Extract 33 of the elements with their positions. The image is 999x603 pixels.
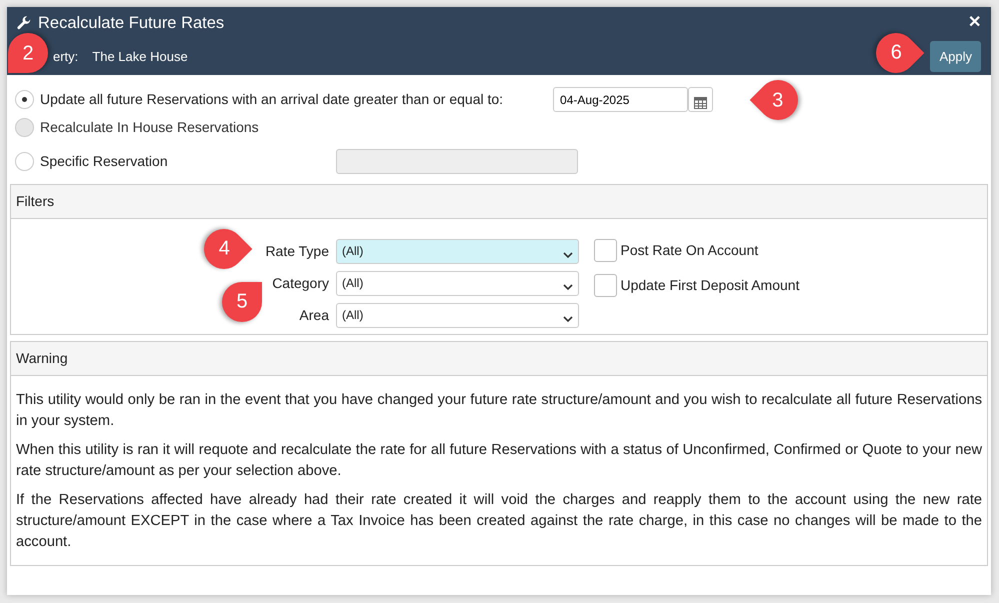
warning-text: When this utility is ran it will requote and recalculate the rate for all future Reservations with a status of Unconfirmed, Confirmed or Quote to your new rate structure/amount as per your selection above. — [16, 441, 982, 481]
select-field[interactable]: (All) — [336, 303, 579, 328]
date-field[interactable]: 04-Aug-2025 — [553, 87, 688, 112]
panel-header: Warning — [11, 342, 987, 376]
close-button[interactable]: ✕ — [968, 11, 981, 36]
apply-button[interactable]: Apply — [930, 40, 981, 72]
warning-text: This utility would only be ran in the event that you have changed your future rate structure/amount and you wish to recalculate all future Reservations in your system. — [16, 391, 982, 431]
chevron-down-icon — [563, 284, 573, 291]
chevron-down-icon — [563, 252, 573, 259]
window-title: Recalculate Future Rates — [38, 13, 224, 34]
calendar-button[interactable] — [688, 87, 714, 112]
checkbox-label: Update First Deposit Amount — [620, 276, 800, 295]
field-label: Area — [299, 306, 329, 325]
option-label: Recalculate In House Reservations — [40, 118, 259, 137]
wrench-icon — [17, 16, 31, 30]
field-label: Rate Type — [265, 242, 329, 261]
radio-button[interactable] — [15, 90, 34, 109]
field-label: Category — [272, 274, 329, 293]
chevron-down-icon — [563, 316, 573, 323]
checkbox[interactable] — [594, 274, 617, 297]
checkbox-label: Post Rate On Account — [620, 241, 758, 260]
panel-header: Filters — [11, 185, 987, 219]
calendar-icon — [694, 97, 708, 109]
option-label: Update all future Reservations with an arrival date greater than or equal to: — [40, 90, 504, 109]
select-field[interactable]: (All) — [336, 271, 579, 296]
property-label: erty: — [53, 48, 78, 66]
text-field[interactable] — [336, 149, 578, 174]
warning-text: If the Reservations affected have already had their rate created it will void the charges and reapply them to the account using the new rate structure/amount EXCEPT in the case where a Tax Invoice has been created against the rate charge, in this case no changes will be made to the account. — [16, 491, 982, 552]
property-value: The Lake House — [92, 48, 188, 66]
option-label: Specific Reservation — [40, 152, 168, 171]
select-field[interactable]: (All) — [336, 239, 579, 264]
radio-button[interactable] — [15, 152, 34, 171]
checkbox[interactable] — [594, 239, 617, 262]
